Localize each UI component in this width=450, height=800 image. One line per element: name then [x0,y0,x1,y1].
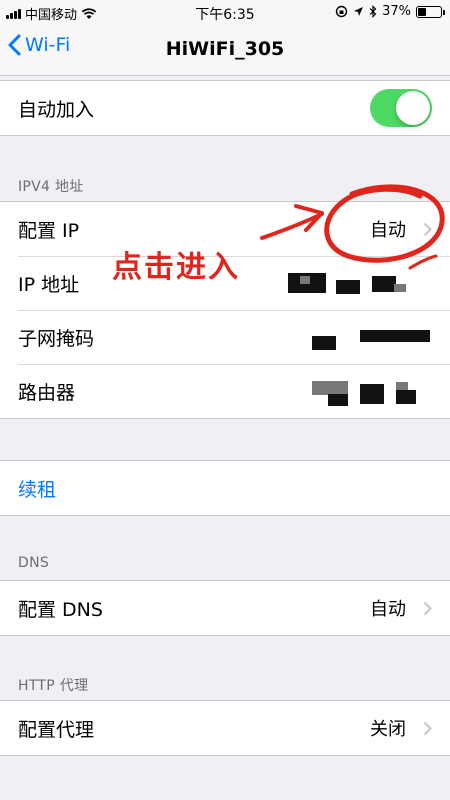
auto-join-row: 自动加入 [0,81,450,135]
status-bar: 中国移动 下午6:35 37% [0,0,450,26]
location-icon [354,7,364,16]
toggle-knob [396,91,430,125]
annotation-text: 点击进入 [112,250,240,285]
battery-level [418,7,427,16]
ip-address-label: IP 地址 [18,273,80,296]
navigation-bar: Wi-Fi HiWiFi_305 [0,26,450,76]
dns-group: 配置 DNS 自动 [0,580,450,636]
configure-proxy-value: 关闭 [370,719,406,740]
renew-lease-button[interactable]: 续租 [0,461,450,515]
auto-join-group: 自动加入 [0,80,450,136]
configure-ip-value: 自动 [370,220,406,241]
ipv4-section-header: IPV4 地址 [18,179,84,195]
ipv4-group: 配置 IP 自动 IP 地址 子网掩码 路由器 [0,201,450,419]
configure-dns-value: 自动 [370,599,406,620]
router-row: 路由器 [0,364,450,418]
rotation-lock-icon [335,5,348,18]
renew-lease-group: 续租 [0,460,450,516]
battery-percent: 37% [382,4,411,19]
auto-join-label: 自动加入 [18,98,95,121]
chevron-right-icon [423,222,432,237]
configure-proxy-label: 配置代理 [18,718,95,741]
page-title: HiWiFi_305 [165,38,285,60]
http-proxy-group: 配置代理 关闭 [0,700,450,756]
battery-icon [416,5,445,18]
router-label: 路由器 [18,381,76,404]
auto-join-toggle[interactable] [370,89,432,127]
subnet-mask-row: 子网掩码 [0,310,450,364]
configure-ip-label: 配置 IP [18,219,80,242]
http-proxy-section-header: HTTP 代理 [18,678,89,694]
bluetooth-icon [369,5,377,18]
configure-dns-row[interactable]: 配置 DNS 自动 [0,581,450,635]
dns-section-header: DNS [18,555,50,571]
configure-dns-label: 配置 DNS [18,598,103,621]
subnet-mask-label: 子网掩码 [18,327,95,350]
chevron-right-icon [423,721,432,736]
status-right: 37% [335,4,445,19]
configure-proxy-row[interactable]: 配置代理 关闭 [0,701,450,755]
chevron-right-icon [423,601,432,616]
